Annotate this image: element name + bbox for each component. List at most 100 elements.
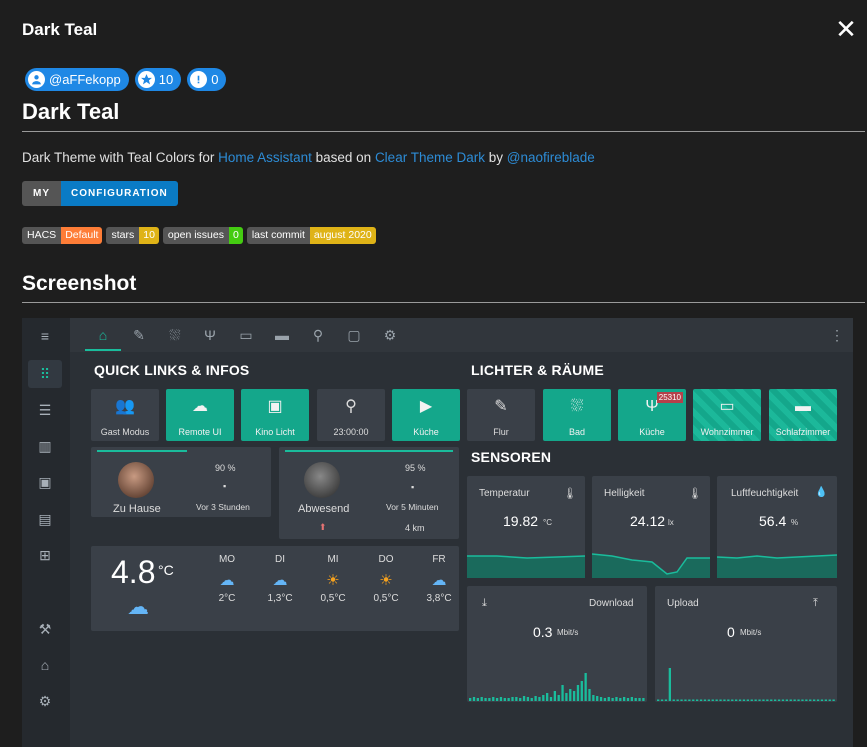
upload-bar <box>754 699 757 701</box>
sensor-card: Temperatur 🌡 19.82 °C <box>467 476 585 578</box>
forecast-day-name: MI <box>327 554 339 565</box>
active-tab-underline <box>85 349 121 351</box>
sensor-chart <box>467 555 585 578</box>
download-bar <box>492 697 495 701</box>
sensor-unit: °C <box>543 518 552 527</box>
net-name: Upload <box>667 598 699 609</box>
upload-bar <box>680 699 683 701</box>
upload-bar <box>770 699 773 701</box>
close-icon[interactable]: ✕ <box>831 14 861 44</box>
link-home-assistant[interactable]: Home Assistant <box>218 150 312 165</box>
sensor-name: Temperatur <box>479 488 530 499</box>
download-bar <box>607 697 610 701</box>
upload-bar <box>699 699 703 701</box>
download-bar <box>588 689 591 701</box>
stars-label: 10 <box>158 72 174 87</box>
button-label: Schlafzimmer <box>775 427 831 437</box>
forecast-temp: 0,5°C <box>320 593 346 604</box>
download-bar <box>469 698 472 701</box>
download-bar <box>546 693 549 701</box>
net-unit: Mbit/s <box>557 628 579 637</box>
map-icon: ▪ <box>411 482 415 492</box>
download-bar <box>599 697 603 701</box>
shield-label: stars <box>106 227 140 244</box>
upload-bar <box>723 699 726 701</box>
play-icon: ▶ <box>419 398 433 415</box>
button-label: Flur <box>493 427 509 437</box>
forecast-day: MO ☁ 2°C <box>207 554 247 604</box>
projector-icon: ▣ <box>267 398 283 415</box>
cloud-icon: ☁ <box>431 572 447 589</box>
download-bar <box>538 697 541 701</box>
net-value: 0 <box>727 624 735 640</box>
upload-bar <box>813 699 816 701</box>
person-battery: 95 % <box>405 463 426 473</box>
shield-hacs[interactable]: HACS Default <box>22 227 103 244</box>
shield-value: 0 <box>228 227 243 244</box>
quick-button: ☁ Remote UI <box>166 389 234 441</box>
avatar <box>118 462 154 498</box>
my-configuration-badge[interactable]: MY CONFIGURATION <box>22 181 178 206</box>
sensor-card: Luftfeuchtigkeit 💧 56.4 % <box>717 476 837 578</box>
cloud-icon: ☁ <box>127 594 149 619</box>
download-bar <box>615 697 618 701</box>
quick-links-title: QUICK LINKS & INFOS <box>94 362 250 378</box>
upload-bar <box>707 699 710 701</box>
upload-bar <box>797 699 800 701</box>
forecast-day: MI ☀ 0,5°C <box>313 554 353 604</box>
upload-bar <box>824 699 827 701</box>
sensor-name: Luftfeuchtigkeit <box>731 488 799 499</box>
download-bar <box>557 695 560 701</box>
upload-bar <box>668 668 671 701</box>
thermometer-icon: 🌡 <box>563 488 577 500</box>
person-state: Zu Hause <box>113 503 161 515</box>
upload-bar <box>735 699 738 701</box>
stars-chip[interactable]: 10 <box>134 68 182 91</box>
alert-icon <box>190 71 208 88</box>
battery-bar <box>97 450 187 452</box>
upload-bar <box>696 699 699 701</box>
tab-bar: ⌂ ✎ ⛆ Ψ ▭ ▬ ⚲ ▢ ⚙ ⋮ <box>70 318 853 352</box>
forecast-temp: 3,8°C <box>426 593 452 604</box>
upload-bar <box>828 699 831 701</box>
home-icon: ⌂ <box>40 657 50 673</box>
link-author[interactable]: @naofireblade <box>507 150 595 165</box>
button-label: Remote UI <box>178 427 222 437</box>
download-bar <box>480 697 483 701</box>
page-title: Dark Teal <box>22 99 120 124</box>
button-label: 23:00:00 <box>333 427 369 437</box>
shield-stars[interactable]: stars 10 <box>106 227 159 244</box>
download-bar <box>519 698 522 701</box>
download-bar <box>522 696 526 701</box>
desc-text-2: based on <box>311 150 375 165</box>
upload-bar <box>789 699 792 701</box>
upload-bar <box>684 699 687 701</box>
broom-icon: ✎ <box>494 398 508 415</box>
shield-last-commit[interactable]: last commit august 2020 <box>246 227 376 244</box>
upload-bar <box>719 699 722 701</box>
upload-bar <box>727 699 730 701</box>
download-bar <box>592 695 595 701</box>
shield-value: august 2020 <box>309 227 376 244</box>
button-label: Küche <box>413 427 439 437</box>
upload-bar <box>832 699 835 701</box>
weather-temp: 4.8 <box>111 554 156 590</box>
weather-unit: °C <box>158 562 174 578</box>
link-clear-theme-dark[interactable]: Clear Theme Dark <box>375 150 485 165</box>
config-c-icon: ▣ <box>38 474 52 490</box>
download-bar <box>488 698 491 701</box>
upload-bar <box>676 699 679 701</box>
home-tab-icon: ⌂ <box>98 327 108 343</box>
issues-chip[interactable]: 0 <box>187 68 227 91</box>
forecast-day: FR ☁ 3,8°C <box>419 554 459 604</box>
upload-bar <box>715 699 718 701</box>
button-label: Kino Licht <box>255 427 295 437</box>
shield-open-issues[interactable]: open issues 0 <box>162 227 243 244</box>
button-label: Küche <box>639 427 665 437</box>
download-bar <box>576 685 580 701</box>
download-bar <box>542 695 545 701</box>
author-chip[interactable]: @aFFekopp <box>25 68 129 91</box>
room-button: ▬ Schlafzimmer <box>769 389 837 441</box>
download-bar <box>634 698 637 701</box>
shower-tab-icon: ⛆ <box>169 327 181 343</box>
